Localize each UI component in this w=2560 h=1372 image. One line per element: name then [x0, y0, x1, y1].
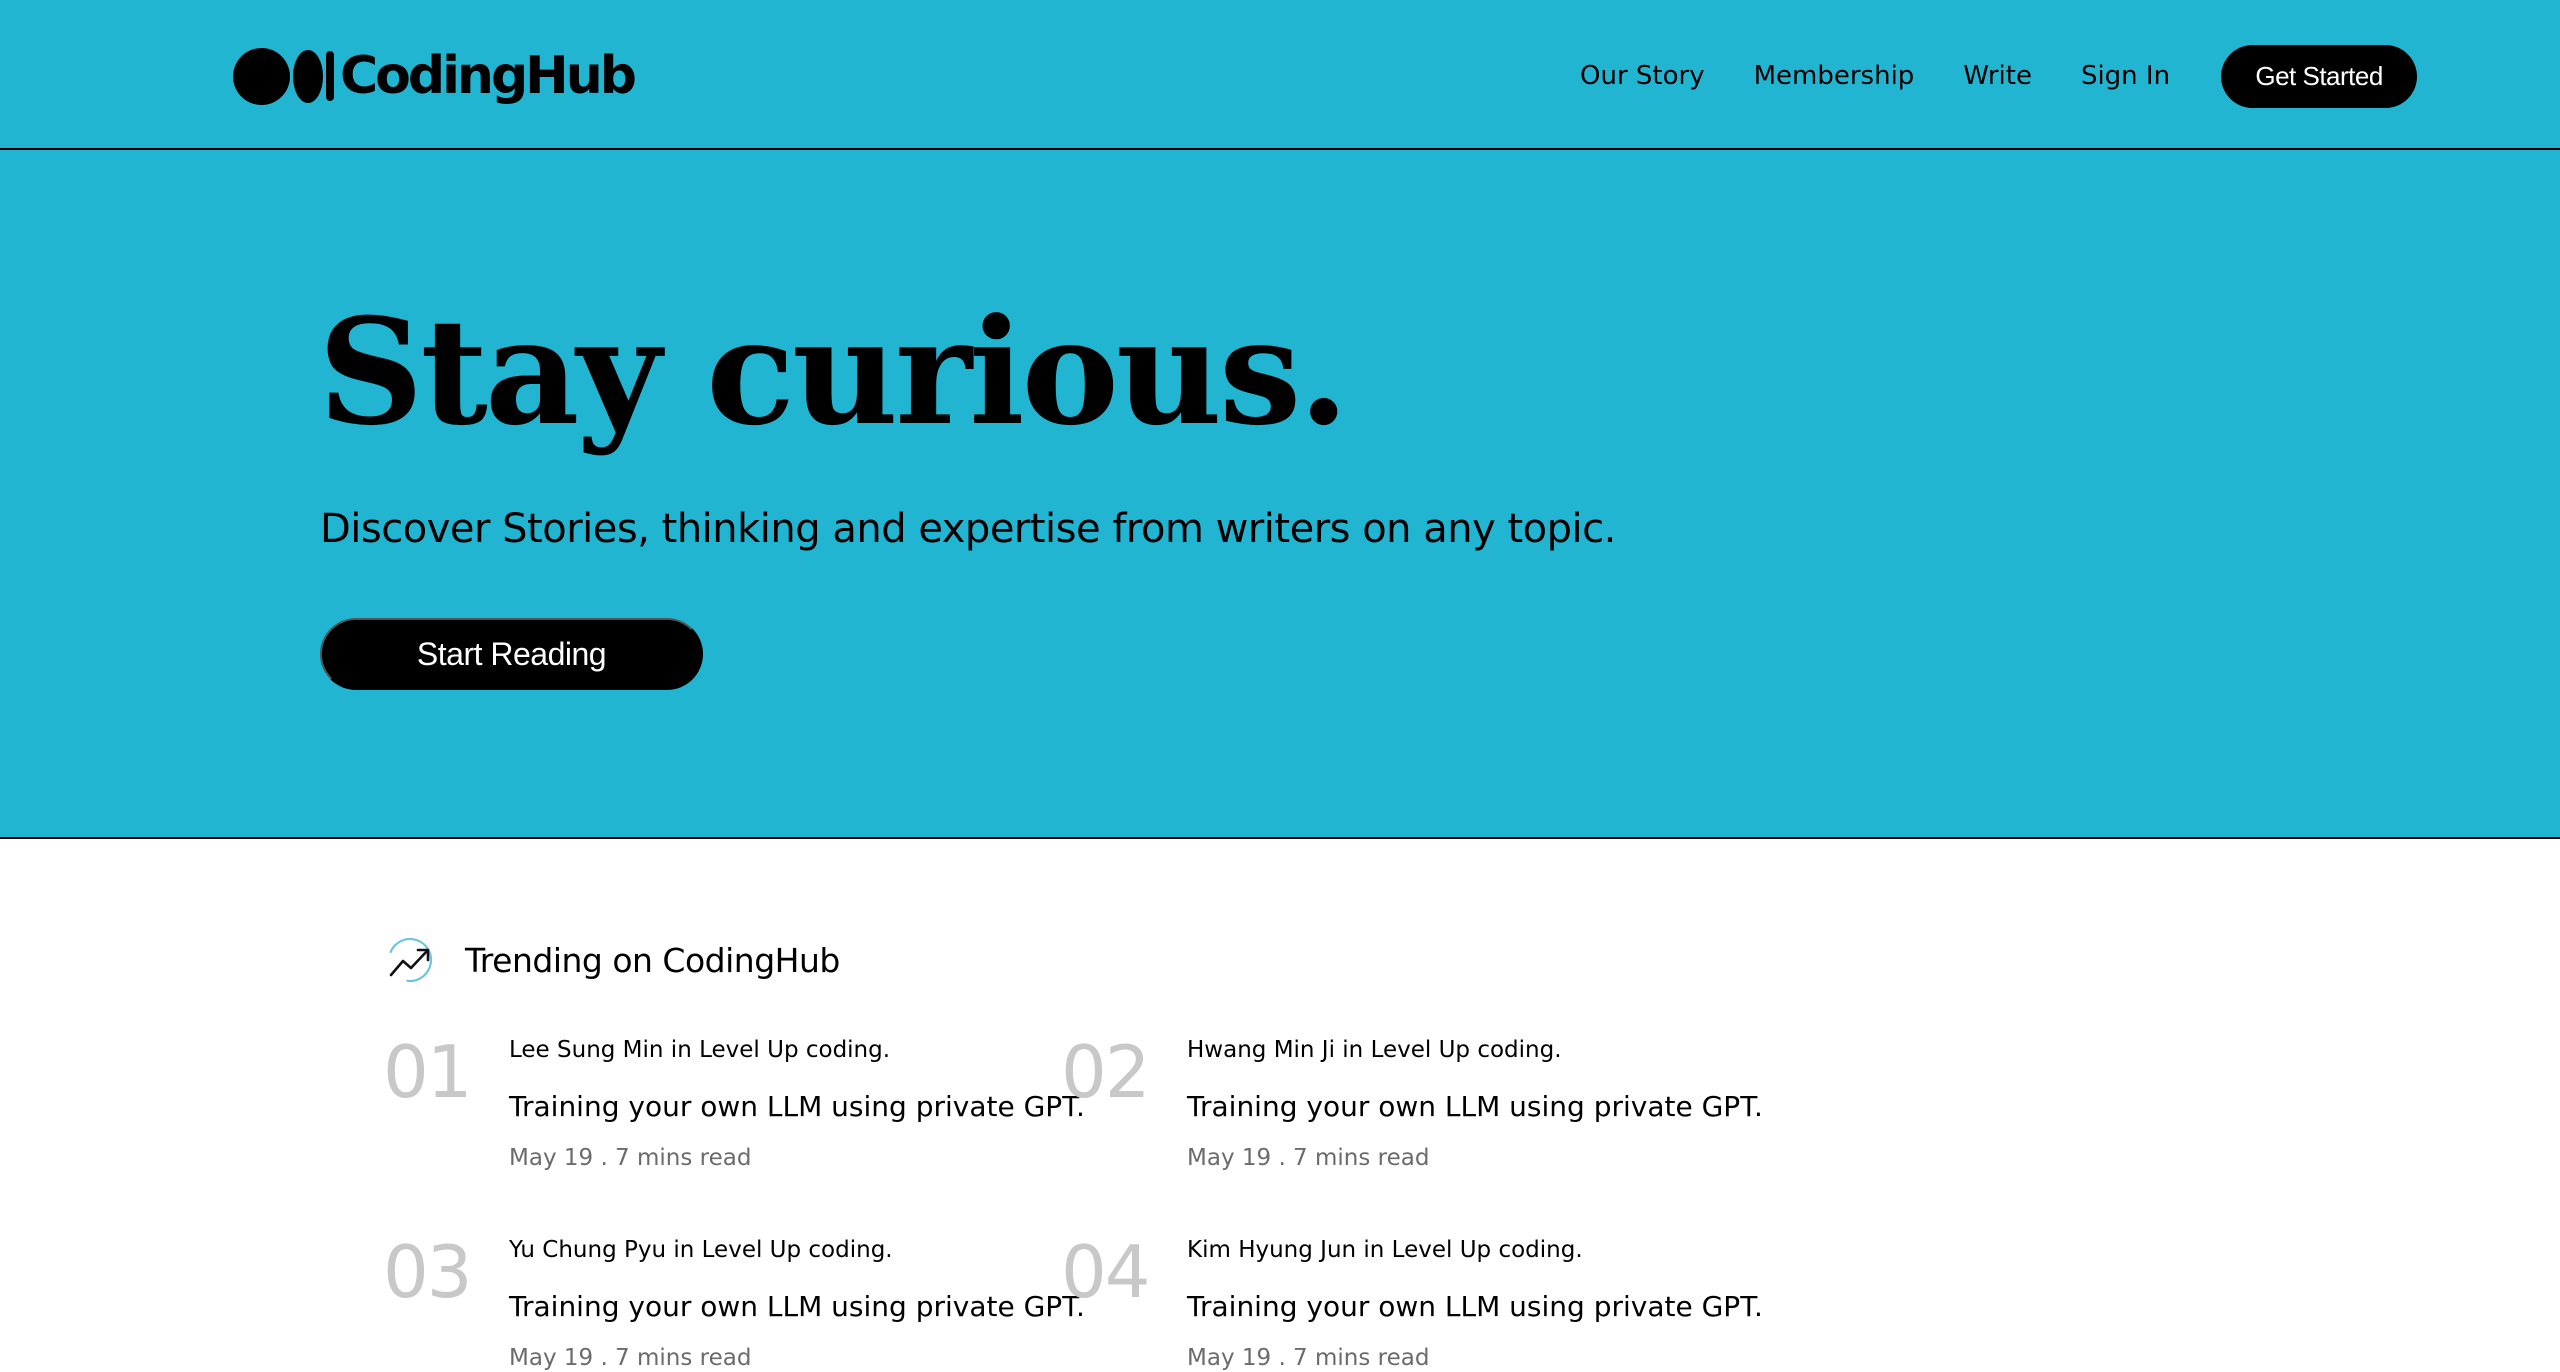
main-nav: Our Story Membership Write Sign In Get S… — [1580, 44, 2418, 108]
nav-sign-in[interactable]: Sign In — [2081, 61, 2170, 91]
trending-number: 04 — [1061, 1230, 1151, 1314]
trending-headline[interactable]: Training your own LLM using private GPT. — [1187, 1090, 1763, 1124]
trending-author[interactable]: Hwang Min Ji in Level Up coding. — [1187, 1036, 1763, 1064]
trending-author[interactable]: Yu Chung Pyu in Level Up coding. — [509, 1236, 1085, 1264]
trending-meta: May 19 . 7 mins read — [509, 1345, 752, 1371]
nav-membership[interactable]: Membership — [1754, 61, 1915, 91]
trending-headline[interactable]: Training your own LLM using private GPT. — [509, 1290, 1085, 1324]
logo-mark-icon — [233, 47, 334, 105]
trending-header: Trending on CodingHub — [385, 935, 840, 985]
trending-author[interactable]: Kim Hyung Jun in Level Up coding. — [1187, 1236, 1763, 1264]
trending-meta: May 19 . 7 mins read — [509, 1145, 752, 1171]
hero-subtitle: Discover Stories, thinking and expertise… — [320, 506, 1616, 552]
trending-number: 02 — [1061, 1030, 1151, 1114]
trending-meta: May 19 . 7 mins read — [1187, 1145, 1430, 1171]
get-started-button[interactable]: Get Started — [2221, 44, 2418, 108]
trending-meta: May 19 . 7 mins read — [1187, 1345, 1430, 1371]
start-reading-button[interactable]: Start Reading — [320, 618, 703, 690]
trending-headline[interactable]: Training your own LLM using private GPT. — [509, 1090, 1085, 1124]
nav-write[interactable]: Write — [1963, 61, 2032, 91]
trending-headline[interactable]: Training your own LLM using private GPT. — [1187, 1290, 1763, 1324]
site-header: CodingHub Our Story Membership Write Sig… — [0, 0, 2560, 150]
trending-number: 01 — [383, 1030, 473, 1114]
trending-author[interactable]: Lee Sung Min in Level Up coding. — [509, 1036, 1085, 1064]
trending-title: Trending on CodingHub — [465, 940, 840, 980]
hero-section: Stay curious. Discover Stories, thinking… — [0, 150, 2560, 839]
hero-title: Stay curious. — [318, 287, 1349, 458]
trending-up-icon — [385, 935, 435, 985]
logo[interactable]: CodingHub — [233, 44, 637, 108]
nav-our-story[interactable]: Our Story — [1580, 61, 1705, 91]
logo-text: CodingHub — [340, 46, 637, 106]
trending-number: 03 — [383, 1230, 473, 1314]
